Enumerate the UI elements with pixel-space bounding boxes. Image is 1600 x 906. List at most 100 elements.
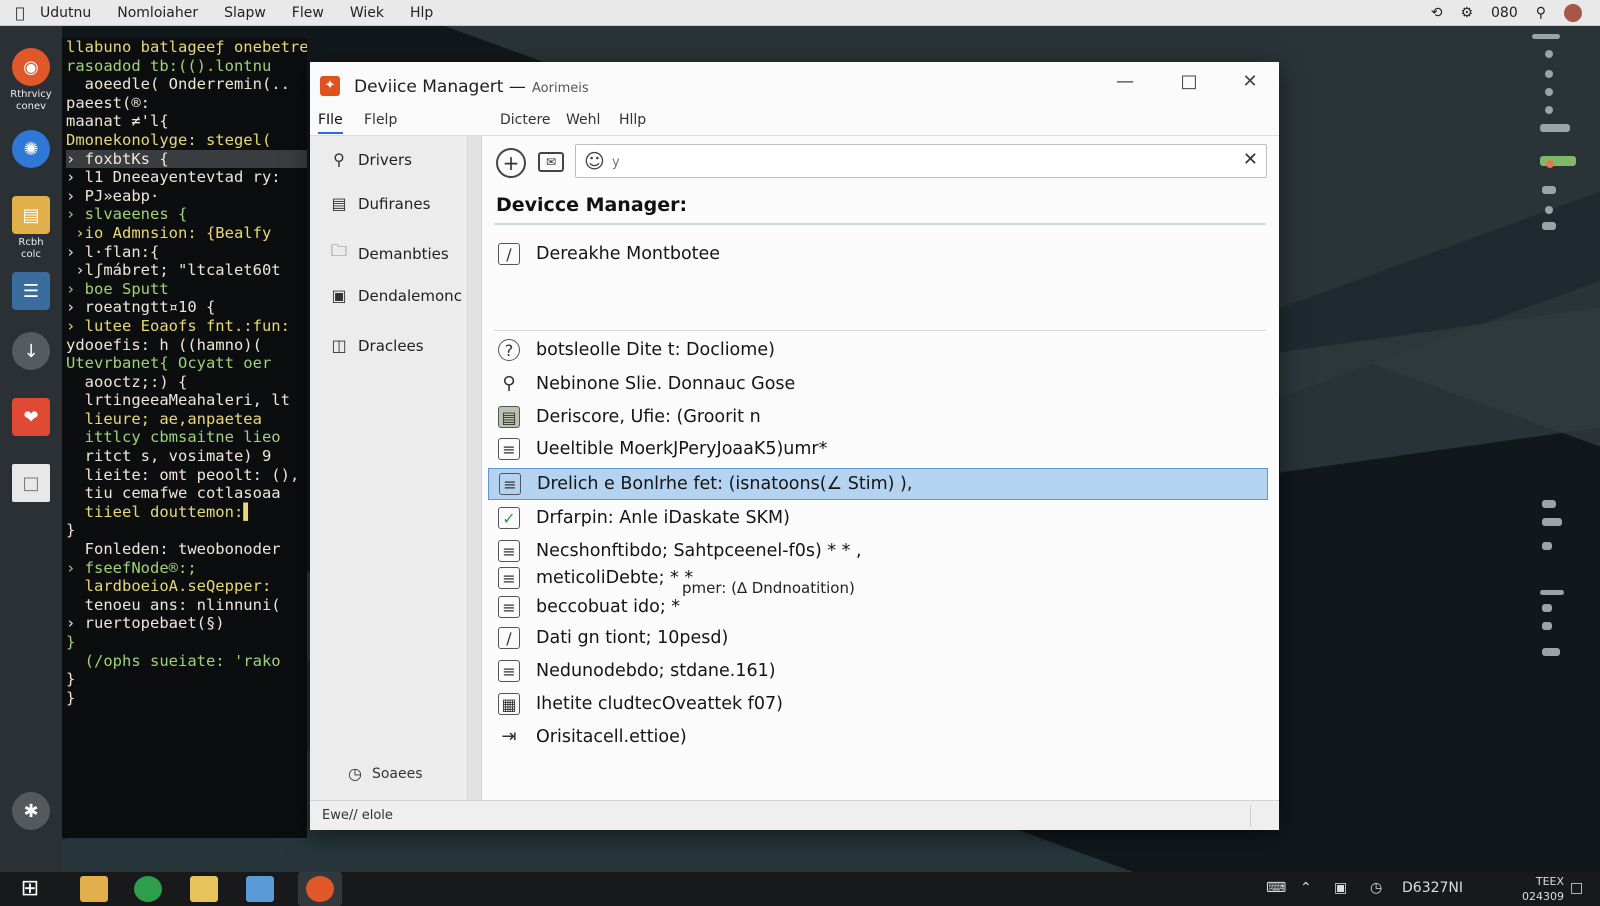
terminal-line: } <box>66 633 76 651</box>
device-row-label: botsleolle Dite t: Docliome) <box>536 340 775 360</box>
content-pane: + ✉ ☺ ✕ Devicce Manager: ∕ Dereakhe Mont… <box>482 136 1279 800</box>
device-row[interactable]: ≡ meticoliDebte; * * <box>488 562 1268 594</box>
chrome-icon[interactable] <box>134 876 162 902</box>
terminal-line: } <box>66 688 76 707</box>
dock-item-editor[interactable]: ☰ <box>8 272 54 310</box>
network-icon[interactable]: ▣ <box>1334 880 1347 896</box>
terminal-line: aoeedle( Onderremin(.. <box>66 75 290 94</box>
list-icon: ≡ <box>498 567 520 589</box>
terminal-line: › lutee Eoaofs fnt.:fun: <box>66 316 290 335</box>
sync-icon[interactable]: ⟲ <box>1431 5 1443 21</box>
menubar-status-text: 080 <box>1491 5 1518 21</box>
gear-icon[interactable]: ⚙ <box>1460 5 1473 21</box>
device-row[interactable]: ≡ Ueeltible MoerkJPeryJoaaK5)umr* <box>488 433 1268 465</box>
device-row[interactable]: ≡ beccobuat ido; * <box>488 591 1268 623</box>
store-icon[interactable] <box>246 876 274 902</box>
sidebar-item-dufiranes[interactable]: ▤ Dufiranes <box>328 194 430 213</box>
dock-item-files[interactable]: ▤ Rcbh colc <box>8 196 54 261</box>
app-icon: ❤ <box>12 398 50 436</box>
menu-help[interactable]: Flelp <box>364 112 397 128</box>
device-row[interactable]: ▤ Deriscore, Ufie: (Groorit n <box>488 401 1268 433</box>
chevron-up-icon[interactable]: ⌃ <box>1300 880 1312 896</box>
arrow-right-icon: ⇥ <box>501 726 517 747</box>
menubar-item-5[interactable]: Wiek <box>350 5 384 21</box>
dock-item-document[interactable]: □ <box>8 464 54 502</box>
device-row[interactable]: ⚲ Nebinone Slie. Donnauc Gose <box>488 368 1268 400</box>
terminal-line: › l·flan:{ <box>66 242 160 261</box>
terminal-line: aooctz;:) { <box>66 372 188 391</box>
menu-file[interactable]: FIle <box>318 112 343 134</box>
device-row[interactable]: ▦ Ihetite cludtecOveattek f07) <box>488 688 1268 720</box>
menu-wehl[interactable]: Wehl <box>566 112 600 128</box>
dock-item-firefox[interactable]: ✺ <box>8 130 54 168</box>
add-device-button[interactable]: + <box>496 148 526 178</box>
edit-list-icon: ≡ <box>498 596 520 618</box>
device-row[interactable]: ✓ Drfarpin: Anle iDaskate SKM) <box>488 502 1268 534</box>
sidebar-footer-sources[interactable]: ◷ Soaees <box>348 764 423 783</box>
device-row[interactable]: ∕ Dati gn tiont; 10pesd) <box>488 622 1268 654</box>
taskbar-clock[interactable]: TEEX 024309 <box>1500 874 1564 904</box>
maximize-button[interactable]: □ <box>1175 68 1203 96</box>
dock-item-settings[interactable]: ✱ <box>8 792 54 830</box>
terminal-line: lardboeioA.seQepper: <box>66 577 272 596</box>
terminal-line: } <box>66 670 76 689</box>
menubar-item-app[interactable]: Udutnu <box>40 5 91 21</box>
terminal-line: } <box>66 521 76 540</box>
menubar-item-2[interactable]: Nomloiaher <box>117 5 198 21</box>
tray-text: D6327NI <box>1402 880 1464 896</box>
menubar-item-3[interactable]: Slapw <box>224 5 266 21</box>
clock-icon: ◷ <box>348 764 362 783</box>
check-icon: ✓ <box>498 507 520 529</box>
device-row[interactable]: ? botsleolle Dite t: Docliome) <box>488 334 1268 366</box>
device-row[interactable]: ⇥ Orisitacell.ettioe) <box>488 721 1268 753</box>
search-icon[interactable]: ⚲ <box>1536 5 1546 21</box>
terminal-line: › PJ»eabp· <box>66 186 160 205</box>
menubar-item-6[interactable]: Hlp <box>410 5 433 21</box>
terminal-output[interactable]: llabuno batlageeƒ onebetreenf |{rasoadod… <box>62 38 307 838</box>
sidebar-item-dendalemonc[interactable]: ▣ Dendalemonc <box>328 286 462 305</box>
tooltip-popover: pmer: (∆ Dndnoatition) <box>682 579 855 597</box>
device-row-selected[interactable]: ≡ Drelich e Bonlrhe fet: (isnatoons(∠ St… <box>488 468 1268 500</box>
dock-item-browser[interactable]: ◉ Rthrvicy conev <box>8 48 54 113</box>
menu-dictere[interactable]: Dictere <box>500 112 551 128</box>
dock-item-download[interactable]: ↓ <box>8 332 54 370</box>
folder-icon[interactable] <box>190 876 218 902</box>
device-row[interactable]: ∕ Dereakhe Montbotee <box>488 238 1268 270</box>
avatar[interactable] <box>1564 4 1582 22</box>
apple-icon[interactable]:  <box>0 4 40 22</box>
folder-icon: 🗀 <box>330 241 347 260</box>
sidebar-item-demanbties[interactable]: 🗀 Demanbties <box>328 240 449 267</box>
sidebar-footer-label: Soaees <box>371 765 423 782</box>
dock-item-app[interactable]: ❤ <box>8 398 54 436</box>
heading-divider <box>494 223 1266 225</box>
mail-icon[interactable]: ✉ <box>538 152 564 172</box>
device-row-label: Dereakhe Montbotee <box>536 244 721 264</box>
search-icon: ⚲ <box>502 373 516 394</box>
firefox-icon: ✺ <box>12 130 50 168</box>
sidebar-splitter[interactable] <box>468 136 482 800</box>
minimize-button[interactable]: — <box>1111 68 1139 96</box>
device-row[interactable]: ≡ Nedunodebdo; stdane.161) <box>488 655 1268 687</box>
search-box[interactable]: ☺ ✕ <box>575 144 1267 178</box>
terminal-line: › boe Sputt <box>66 279 169 298</box>
device-row-label: Ihetite cludtecOveattek f07) <box>536 694 783 714</box>
menubar-item-4[interactable]: Flew <box>292 5 324 21</box>
sidebar: ⚲ Drivers ▤ Dufiranes 🗀 Demanbties ▣ Den… <box>310 136 468 800</box>
drive-icon: ▤ <box>498 406 520 428</box>
terminal-line: ittlcy cbmsaitne lieo <box>66 428 281 447</box>
window-titlebar[interactable]: ✦ Deviice Managert — Aorimeis — □ ✕ <box>310 62 1279 108</box>
clock-icon[interactable]: ◷ <box>1370 880 1382 896</box>
sidebar-item-drivers[interactable]: ⚲ Drivers <box>328 150 412 169</box>
menu-hllp[interactable]: Hllp <box>619 112 646 128</box>
file-explorer-icon[interactable] <box>80 876 108 902</box>
start-icon[interactable]: ⊞ <box>16 876 44 902</box>
search-input[interactable] <box>612 152 1212 172</box>
clear-search-button[interactable]: ✕ <box>1243 149 1258 170</box>
terminal-line: › slvaeenes { <box>66 205 188 224</box>
terminal-line: maanat ≠'l{ <box>66 112 169 131</box>
notification-icon[interactable]: □ <box>1570 880 1583 896</box>
keyboard-icon[interactable]: ⌨ <box>1266 880 1286 896</box>
sidebar-item-draclees[interactable]: ◫ Draclees <box>328 336 423 355</box>
close-button[interactable]: ✕ <box>1236 68 1264 96</box>
puzzle-icon: ◫ <box>331 336 347 355</box>
